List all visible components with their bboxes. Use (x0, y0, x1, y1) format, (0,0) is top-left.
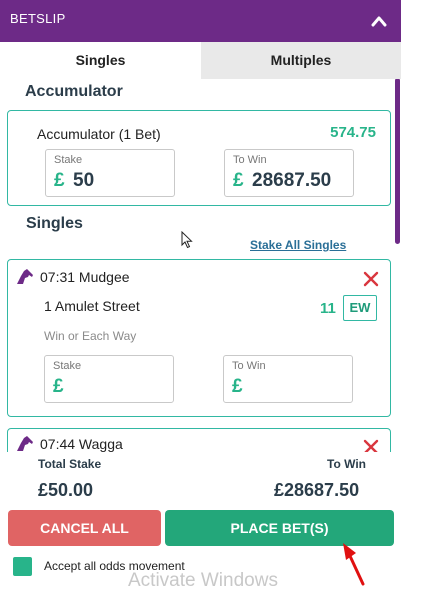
accumulator-stake-field[interactable]: Stake £ 50 (45, 149, 175, 197)
accept-odds-checkbox[interactable] (13, 557, 32, 576)
towin-label: To Win (232, 360, 266, 372)
singles-section-title: Singles (26, 215, 83, 232)
towin-label: To Win (233, 154, 267, 166)
towin-value: 28687.50 (252, 170, 332, 191)
selection-name: 1 Amulet Street (44, 298, 140, 314)
betslip-title: BETSLIP (10, 11, 66, 26)
total-towin-label: To Win (327, 457, 366, 471)
horse-racing-icon (17, 436, 33, 451)
betslip-tabs: Singles Multiples (0, 42, 401, 79)
stake-label: Stake (54, 154, 83, 166)
stake-label: Stake (53, 360, 82, 372)
accumulator-card: Accumulator (1 Bet) 574.75 Stake £ 50 To… (7, 110, 391, 206)
betslip-header[interactable]: BETSLIP (0, 0, 401, 42)
annotation-arrow-icon (343, 543, 365, 586)
total-stake-value: £50.00 (38, 480, 94, 500)
selection-odds: 11 (320, 300, 336, 317)
mouse-cursor-icon (181, 231, 193, 249)
stake-value: 50 (73, 170, 95, 191)
scrollbar-thumb[interactable] (395, 78, 400, 244)
single-stake-field[interactable]: Stake £ (44, 355, 174, 403)
accumulator-odds: 574.75 (330, 124, 376, 141)
stake-currency: £ (53, 376, 64, 397)
chevron-up-icon[interactable] (371, 15, 387, 27)
accumulator-towin-field: To Win £ 28687.50 (224, 149, 354, 197)
close-icon[interactable] (363, 271, 379, 287)
towin-currency: £ (233, 170, 244, 191)
single-towin-field: To Win £ (223, 355, 353, 403)
windows-activation-watermark: Activate Windows (128, 570, 278, 591)
single-bet-card: 07:31 Mudgee 1 Amulet Street 11 EW Win o… (7, 259, 391, 417)
stake-currency: £ (54, 170, 65, 191)
accumulator-section-title: Accumulator (25, 83, 123, 100)
towin-currency: £ (232, 376, 243, 397)
cancel-all-button[interactable]: CANCEL ALL (8, 510, 161, 546)
race-title: 07:44 Wagga (40, 436, 123, 452)
total-stake-label: Total Stake (38, 457, 102, 471)
total-towin-value: £28687.50 (274, 480, 360, 500)
page-edge (401, 0, 421, 587)
tab-singles[interactable]: Singles (0, 42, 201, 79)
each-way-toggle[interactable]: EW (343, 295, 377, 321)
race-title: 07:31 Mudgee (40, 269, 130, 285)
accumulator-label: Accumulator (1 Bet) (37, 126, 161, 142)
stake-all-singles-link[interactable]: Stake All Singles (250, 238, 346, 252)
tab-multiples[interactable]: Multiples (201, 42, 401, 79)
horse-racing-icon (17, 269, 33, 284)
each-way-description: Win or Each Way (44, 329, 137, 343)
